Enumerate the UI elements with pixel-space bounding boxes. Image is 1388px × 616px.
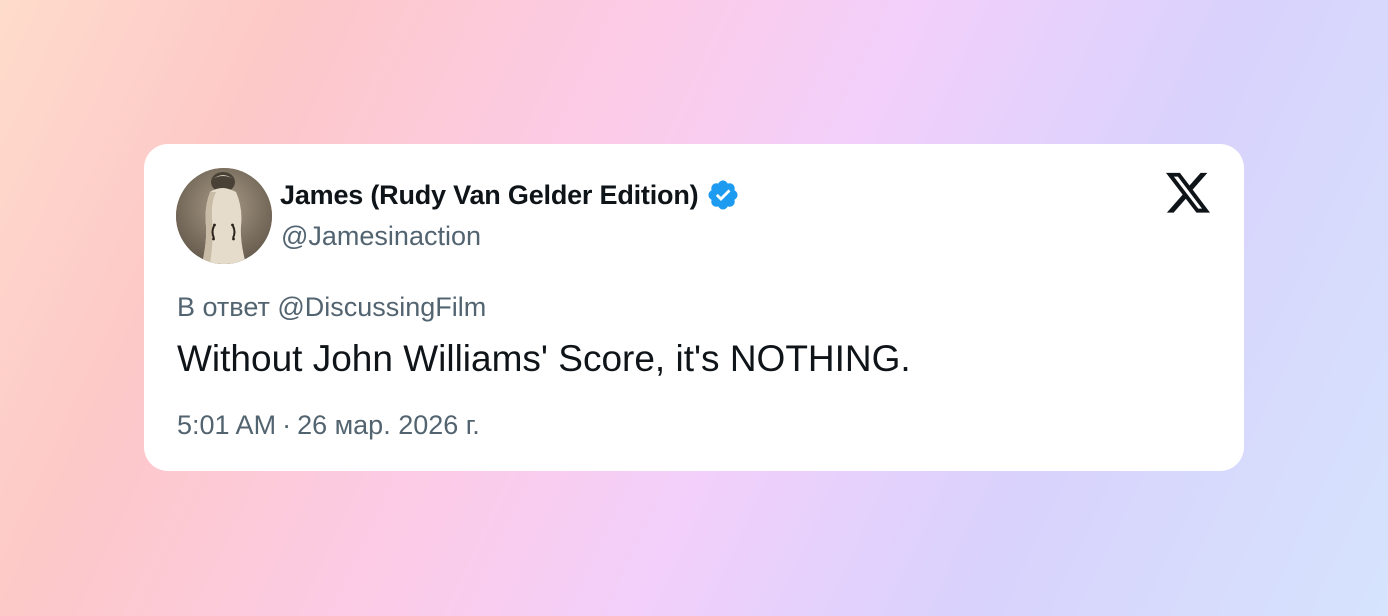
avatar[interactable] [176,168,272,264]
reply-to-label[interactable]: В ответ @DiscussingFilm [177,292,486,323]
tweet-text: Without John Williams' Score, it's NOTHI… [177,338,911,379]
display-name[interactable]: James (Rudy Van Gelder Edition) [280,180,699,211]
tweet-time: 5:01 AM [177,410,277,440]
author-handle[interactable]: @Jamesinaction [281,221,481,252]
tweet-date: 26 мар. 2026 г. [297,410,480,440]
timestamp-separator: · [282,410,292,440]
x-logo-icon[interactable] [1166,172,1210,214]
author-name-row: James (Rudy Van Gelder Edition) [280,177,740,213]
avatar-image [176,168,272,264]
timestamp[interactable]: 5:01 AM · 26 мар. 2026 г. [177,410,480,441]
tweet-card: James (Rudy Van Gelder Edition) @Jamesin… [144,144,1244,471]
verified-badge-icon [706,178,740,212]
